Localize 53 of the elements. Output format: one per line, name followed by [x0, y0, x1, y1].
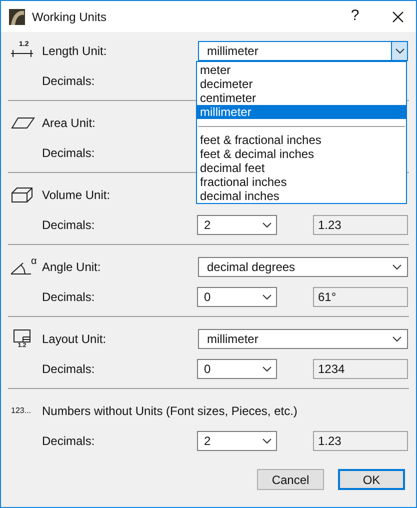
unit-label: Angle Unit:	[42, 259, 101, 276]
decimals-label: Decimals:	[42, 361, 96, 378]
sheet-icon	[13, 329, 31, 343]
unit-dropdown[interactable]: millimeter	[198, 329, 408, 349]
parallelogram-icon	[11, 117, 35, 129]
decimals-label: Decimals:	[42, 433, 96, 450]
unit-label: Numbers without Units (Font sizes, Pieces, etc.)	[42, 403, 298, 420]
sample-field: 1.23	[313, 431, 408, 451]
decimals-label: Decimals:	[42, 289, 96, 306]
chevron-icon	[394, 48, 404, 54]
unit-dropdown[interactable]: millimeter	[198, 41, 408, 61]
dropdown-option[interactable]: centimeter	[197, 91, 406, 105]
decimals-label: Decimals:	[42, 145, 96, 162]
dropdown-arrow-button[interactable]	[391, 42, 407, 60]
dropdown-option[interactable]: millimeter	[197, 105, 406, 119]
unit-label: Layout Unit:	[42, 331, 106, 348]
decimals-label: Decimals:	[42, 217, 96, 234]
app-icon	[9, 8, 25, 24]
dialog-button[interactable]: OK	[338, 469, 405, 490]
dropdown-option[interactable]: decimal feet	[197, 161, 406, 175]
chevron-icon	[262, 438, 272, 444]
decimals-label: Decimals:	[42, 73, 96, 90]
icon-label: 123...	[11, 407, 32, 415]
window-title: Working Units	[32, 8, 106, 26]
dropdown-option[interactable]: feet & fractional inches	[197, 133, 406, 147]
angle-icon	[11, 261, 31, 275]
dropdown-option[interactable]: decimeter	[197, 77, 406, 91]
close-icon[interactable]	[392, 10, 404, 22]
dropdown-option[interactable]: feet & decimal inches	[197, 147, 406, 161]
unit-label: Area Unit:	[42, 115, 96, 132]
dropdown-option[interactable]: fractional inches	[197, 175, 406, 189]
dropdown-option[interactable]: meter	[197, 63, 406, 77]
chevron-icon	[392, 264, 402, 270]
sample-field: 61°	[313, 287, 408, 307]
unit-dropdown[interactable]: decimal degrees	[198, 257, 408, 277]
dimension-line-icon	[11, 50, 33, 57]
box-icon	[11, 187, 33, 203]
sample-field: 1234	[313, 359, 408, 379]
chevron-icon	[262, 366, 272, 372]
icon-label: α	[31, 257, 37, 267]
decimals-dropdown[interactable]: 0	[197, 287, 277, 307]
chevron-icon	[262, 222, 272, 228]
unit-label: Volume Unit:	[42, 187, 110, 204]
chevron-icon	[262, 294, 272, 300]
help-button[interactable]: ?	[340, 5, 370, 28]
sample-field: 1.23	[313, 215, 408, 235]
unit-label: Length Unit:	[42, 43, 107, 60]
dropdown-option[interactable]: decimal inches	[197, 189, 406, 203]
decimals-dropdown[interactable]: 0	[197, 359, 277, 379]
decimals-dropdown[interactable]: 2	[197, 215, 277, 235]
decimals-dropdown[interactable]: 2	[197, 431, 277, 451]
chevron-icon	[392, 336, 402, 342]
dialog-button[interactable]: Cancel	[257, 469, 324, 490]
